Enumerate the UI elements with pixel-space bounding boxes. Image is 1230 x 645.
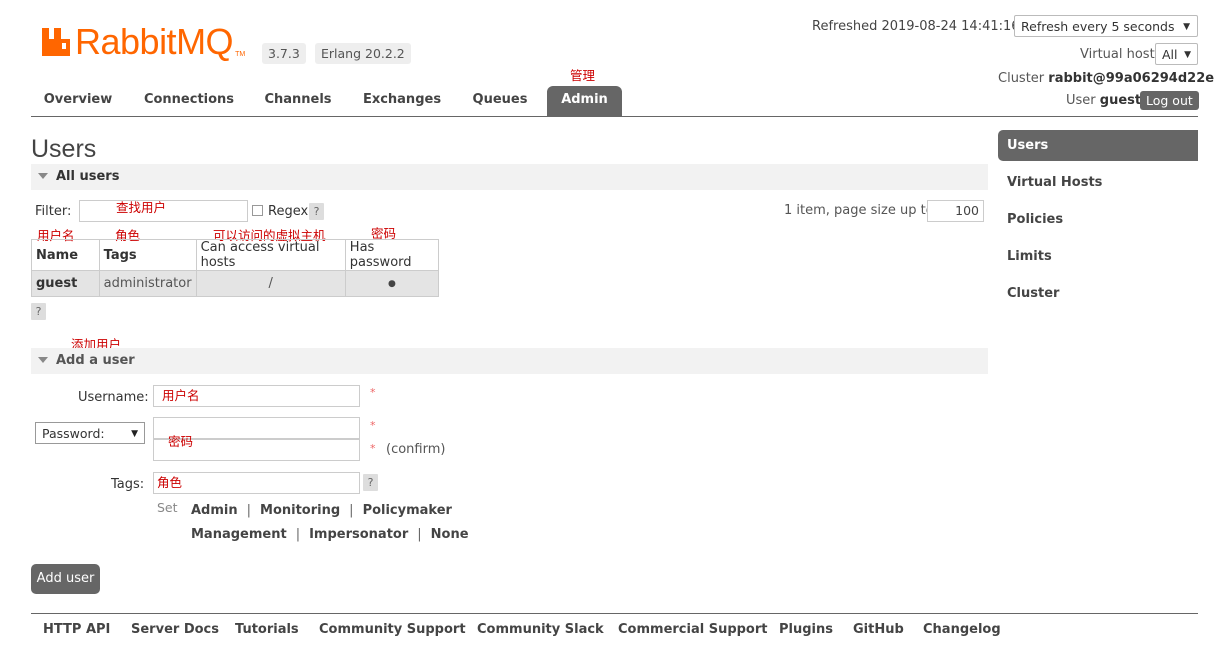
- tag-link-impersonator[interactable]: Impersonator: [309, 527, 408, 542]
- tab-channels[interactable]: Channels: [258, 86, 338, 116]
- chevron-down-icon: ▼: [131, 429, 138, 439]
- sidebar-item-limits[interactable]: Limits: [998, 241, 1198, 272]
- footer-link-plugins[interactable]: Plugins: [779, 622, 833, 637]
- collapse-triangle-icon: [38, 173, 48, 179]
- chevron-down-icon: ▼: [1184, 50, 1191, 60]
- sidebar-item-policies[interactable]: Policies: [998, 204, 1198, 235]
- add-user-section-header[interactable]: Add a user: [31, 348, 988, 374]
- filter-help-button[interactable]: ?: [309, 203, 324, 220]
- set-label: Set: [157, 500, 178, 515]
- filter-label: Filter:: [35, 204, 72, 219]
- cluster-label: Cluster: [998, 71, 1045, 86]
- annotation-admin: 管理: [570, 68, 596, 83]
- tag-links-row-2: Management | Impersonator | None: [191, 527, 469, 542]
- password-type-value: Password:: [42, 426, 105, 441]
- annotation-filter: 查找用户: [116, 200, 167, 215]
- users-table: Name Tags Can access virtual hosts Has p…: [31, 239, 440, 297]
- cell-user-vhosts: /: [195, 270, 346, 297]
- tags-help-button[interactable]: ?: [363, 474, 378, 491]
- tab-overview[interactable]: Overview: [35, 86, 121, 116]
- rabbitmq-logo[interactable]: RabbitMQ TM: [40, 22, 245, 62]
- chevron-down-icon: ▼: [1183, 22, 1190, 32]
- filter-input[interactable]: 查找用户: [79, 200, 248, 222]
- column-vhosts: Can access virtual hosts: [195, 239, 346, 271]
- footer-link-community-slack[interactable]: Community Slack: [477, 622, 604, 637]
- footer-link-tutorials[interactable]: Tutorials: [235, 622, 299, 637]
- user-label: User: [1066, 93, 1096, 108]
- annotation-password-field: 密码: [168, 434, 194, 449]
- erlang-badge: Erlang 20.2.2: [315, 43, 411, 64]
- rabbitmq-logo-icon: [42, 28, 70, 56]
- add-user-heading: Add a user: [56, 353, 135, 368]
- cell-user-name[interactable]: guest: [31, 270, 100, 297]
- table-header-row: Name Tags Can access virtual hosts Has p…: [31, 239, 440, 271]
- footer-link-community-support[interactable]: Community Support: [319, 622, 466, 637]
- nav-divider: [31, 116, 1198, 117]
- regex-checkbox[interactable]: [252, 205, 263, 216]
- cell-user-tags: administrator: [98, 270, 197, 297]
- separator: |: [246, 503, 252, 518]
- footer-link-server-docs[interactable]: Server Docs: [131, 622, 219, 637]
- tag-link-admin[interactable]: Admin: [191, 503, 238, 518]
- tags-label: Tags:: [111, 477, 145, 492]
- separator: |: [295, 527, 301, 542]
- username-required-marker: *: [370, 386, 376, 399]
- table-row[interactable]: guest administrator / ●: [31, 270, 440, 297]
- cluster-name: rabbit@99a06294d22e: [1048, 71, 1215, 86]
- tag-link-policymaker[interactable]: Policymaker: [363, 503, 452, 518]
- all-users-heading: All users: [56, 169, 120, 184]
- column-tags[interactable]: Tags: [98, 239, 197, 271]
- tags-input[interactable]: 角色: [153, 472, 360, 494]
- refresh-interval-value: Refresh every 5 seconds: [1021, 19, 1175, 34]
- cell-has-password: ●: [344, 270, 440, 297]
- page-title: Users: [31, 135, 97, 163]
- password-type-select[interactable]: Password: ▼: [35, 422, 145, 444]
- virtual-host-select[interactable]: All ▼: [1155, 43, 1198, 65]
- username-label: Username:: [78, 390, 149, 405]
- logo-text: RabbitMQ: [75, 21, 234, 62]
- column-name[interactable]: Name: [31, 239, 100, 271]
- collapse-triangle-icon: [38, 357, 48, 363]
- tab-queues[interactable]: Queues: [466, 86, 534, 116]
- user-name: guest: [1099, 93, 1142, 108]
- page-size-input[interactable]: 100: [927, 200, 984, 222]
- tag-link-none[interactable]: None: [431, 527, 469, 542]
- username-input[interactable]: 用户名: [153, 385, 360, 407]
- sidebar-item-virtual-hosts[interactable]: Virtual Hosts: [998, 167, 1198, 198]
- logo-trademark: TM: [235, 51, 246, 58]
- page-info: 1 item, page size up to: [784, 203, 934, 218]
- table-help-button[interactable]: ?: [31, 303, 46, 320]
- virtual-host-label: Virtual host: [1080, 47, 1155, 62]
- separator: |: [349, 503, 354, 518]
- add-user-button[interactable]: Add user: [31, 564, 100, 594]
- footer-link-github[interactable]: GitHub: [853, 622, 904, 637]
- footer-link-commercial-support[interactable]: Commercial Support: [618, 622, 768, 637]
- password-required-marker: *: [370, 419, 376, 432]
- logout-button[interactable]: Log out: [1140, 91, 1199, 110]
- refreshed-timestamp: Refreshed 2019-08-24 14:41:16: [812, 19, 1020, 34]
- confirm-required-marker: *: [370, 442, 376, 455]
- tab-admin[interactable]: Admin: [547, 86, 622, 116]
- tab-connections[interactable]: Connections: [139, 86, 239, 116]
- regex-label: Regex: [268, 204, 309, 219]
- column-has-password: Has password: [344, 239, 440, 271]
- tag-link-management[interactable]: Management: [191, 527, 287, 542]
- tab-exchanges[interactable]: Exchanges: [357, 86, 447, 116]
- footer-divider: [31, 613, 1198, 614]
- separator: |: [417, 527, 422, 542]
- virtual-host-value: All: [1162, 47, 1178, 62]
- version-badge: 3.7.3: [262, 43, 306, 64]
- footer-link-http-api[interactable]: HTTP API: [43, 622, 110, 637]
- cluster-info: Cluster rabbit@99a06294d22e: [998, 71, 1214, 86]
- all-users-section-header[interactable]: All users: [31, 164, 988, 190]
- footer-link-changelog[interactable]: Changelog: [923, 622, 1001, 637]
- user-info: User guest: [1066, 93, 1141, 108]
- refresh-interval-select[interactable]: Refresh every 5 seconds ▼: [1014, 15, 1198, 37]
- confirm-label: (confirm): [386, 442, 446, 457]
- sidebar-item-cluster[interactable]: Cluster: [998, 278, 1198, 309]
- tag-link-monitoring[interactable]: Monitoring: [260, 503, 340, 518]
- tag-links-row-1: Admin | Monitoring | Policymaker: [191, 503, 452, 518]
- sidebar-item-users[interactable]: Users: [998, 130, 1198, 161]
